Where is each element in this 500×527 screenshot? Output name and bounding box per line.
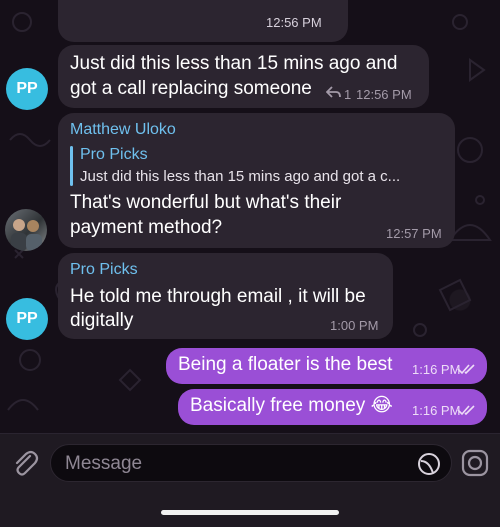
reply-quote-bar xyxy=(70,146,73,186)
sender-name[interactable]: Matthew Uloko xyxy=(70,121,176,139)
sticker-icon[interactable] xyxy=(417,452,441,476)
message-text-line: payment method? xyxy=(70,217,223,238)
avatar[interactable]: PP xyxy=(6,68,48,110)
home-indicator[interactable] xyxy=(161,510,339,515)
message-text-line: That's wonderful but what's their xyxy=(70,192,342,213)
message-placeholder: Message xyxy=(65,453,143,474)
message-time: 12:57 PM xyxy=(386,226,442,241)
avatar[interactable]: PP xyxy=(6,298,48,340)
camera-icon[interactable] xyxy=(460,448,490,478)
message-text: Being a floater is the best xyxy=(178,354,393,375)
message-bubble-outgoing[interactable]: Being a floater is the best 1:16 PM xyxy=(166,348,487,384)
message-time: 12:56 PM xyxy=(356,87,412,102)
message-time: 1:16 PM xyxy=(412,403,461,418)
chat-area[interactable]: 12:56 PM PP Just did this less than 15 m… xyxy=(0,0,500,433)
double-check-icon xyxy=(457,405,475,416)
message-text-line: Just did this less than 15 mins ago and xyxy=(70,53,398,74)
sender-name[interactable]: Pro Picks xyxy=(70,261,138,279)
photo-icon xyxy=(11,219,42,251)
reply-count[interactable]: 1 xyxy=(344,87,351,102)
message-time: 1:00 PM xyxy=(330,318,379,333)
message-time: 1:16 PM xyxy=(412,362,461,377)
paperclip-icon[interactable] xyxy=(10,448,40,478)
message-bubble[interactable]: Matthew Uloko Pro Picks Just did this le… xyxy=(58,113,455,248)
double-check-icon xyxy=(457,364,475,375)
message-text-line: got a call replacing someone xyxy=(70,78,312,99)
reply-quote-text[interactable]: Just did this less than 15 mins ago and … xyxy=(80,168,400,185)
message-text: Basically free money 😂 xyxy=(190,395,393,416)
message-bubble[interactable]: Pro Picks He told me through email , it … xyxy=(58,253,393,339)
message-bubble-outgoing[interactable]: Basically free money 😂 1:16 PM xyxy=(178,389,487,425)
reply-quote-name[interactable]: Pro Picks xyxy=(80,146,148,164)
message-text-line: digitally xyxy=(70,310,134,331)
message-input[interactable]: Message xyxy=(50,444,452,482)
message-text-line: He told me through email , it will be xyxy=(70,286,366,307)
composer-bar: Message xyxy=(0,433,500,527)
message-bubble[interactable]: Just did this less than 15 mins ago and … xyxy=(58,45,429,108)
reply-arrow-icon xyxy=(326,86,341,98)
avatar-photo[interactable] xyxy=(5,209,47,251)
message-time: 12:56 PM xyxy=(266,15,322,30)
message-bubble-partial[interactable]: 12:56 PM xyxy=(58,0,348,42)
